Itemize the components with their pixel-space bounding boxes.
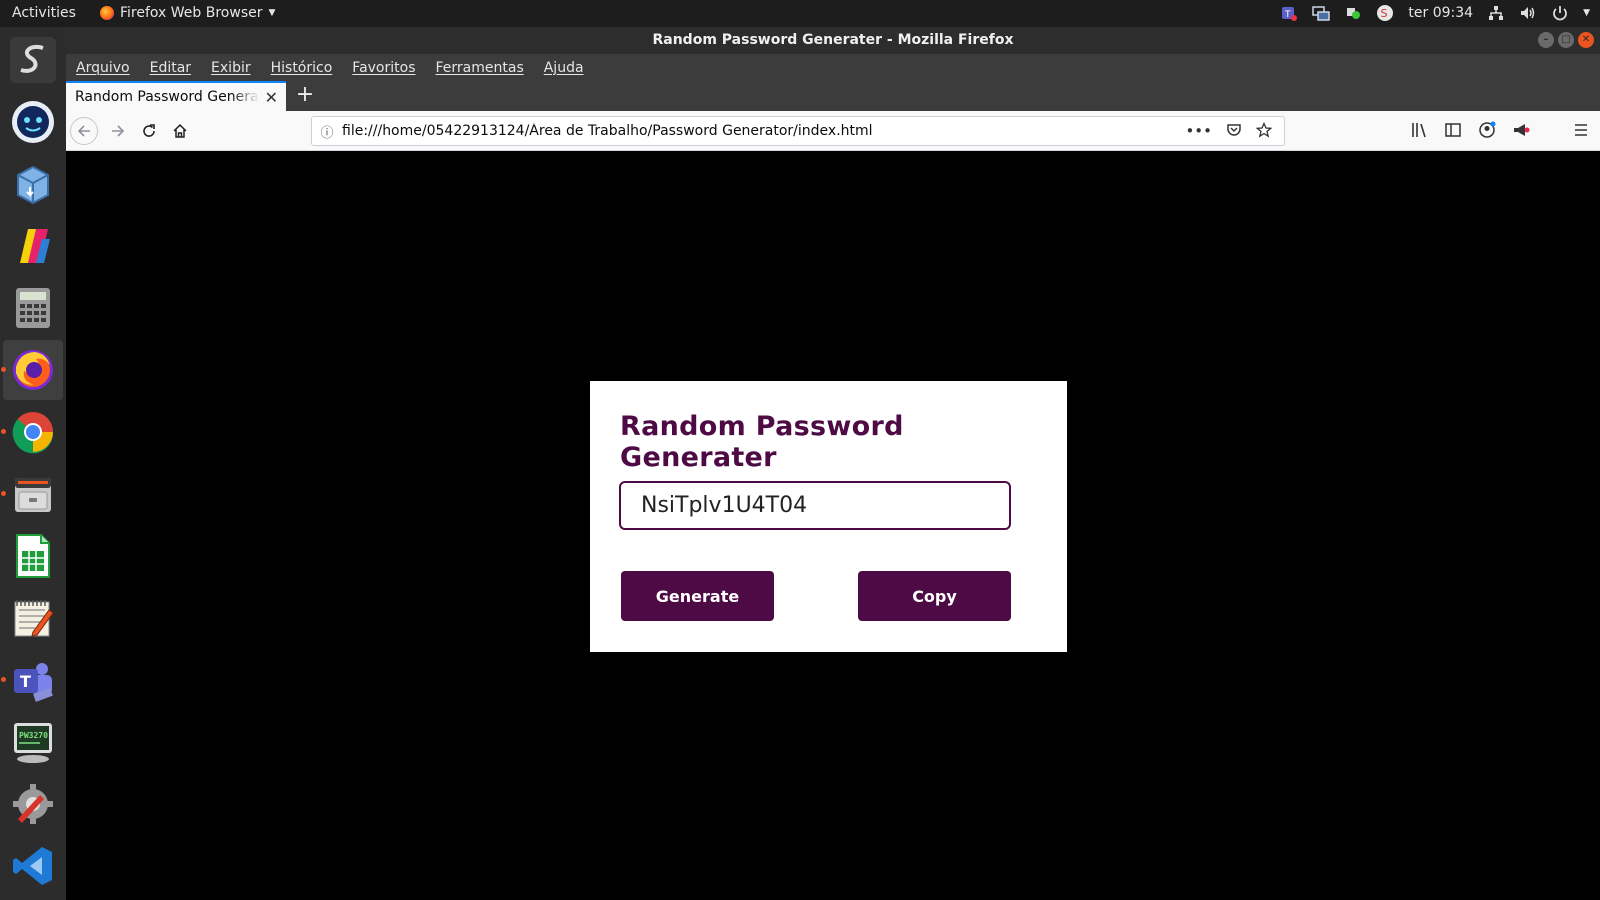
dock: T PW3270 <box>0 27 66 900</box>
tab-title: Random Password Generater <box>75 89 259 105</box>
activities-button[interactable]: Activities <box>12 5 76 21</box>
menu-arquivo[interactable]: Arquivo <box>76 60 130 76</box>
menu-editar[interactable]: Editar <box>150 60 191 76</box>
terminal-icon: PW3270 <box>10 719 56 765</box>
package-icon <box>10 161 56 207</box>
menubar: Arquivo Editar Exibir Histórico Favorito… <box>66 54 1600 81</box>
forward-button[interactable] <box>104 117 132 145</box>
new-tab-button[interactable]: + <box>292 83 318 109</box>
menu-favoritos[interactable]: Favoritos <box>352 60 415 76</box>
megaphone-icon[interactable] <box>1512 121 1530 139</box>
dock-item-teams[interactable]: T <box>1 650 63 710</box>
dock-item-files[interactable] <box>1 464 63 524</box>
file-cabinet-icon <box>10 471 56 517</box>
clock[interactable]: ter 09:34 <box>1408 5 1473 21</box>
chevron-down-icon: ▼ <box>268 8 276 18</box>
info-icon[interactable]: ⓘ <box>312 122 342 141</box>
app-menu-label: Firefox Web Browser <box>120 5 263 21</box>
svg-text:T: T <box>20 672 31 691</box>
dock-item-settings[interactable] <box>3 774 63 834</box>
network-manager-icon[interactable] <box>1312 4 1331 22</box>
dock-item-editor[interactable] <box>3 588 63 648</box>
running-indicator <box>1 677 6 682</box>
menu-ferramentas[interactable]: Ferramentas <box>436 60 524 76</box>
running-indicator <box>1 367 6 372</box>
svg-text:PW3270: PW3270 <box>19 731 48 740</box>
home-button[interactable] <box>166 117 194 145</box>
dock-item-4[interactable] <box>3 216 63 276</box>
assistant-icon <box>10 99 56 145</box>
dock-item-3[interactable] <box>3 154 63 214</box>
navigation-toolbar: ⓘ file:///home/05422913124/Área de Traba… <box>66 111 1600 151</box>
svg-text:S: S <box>1381 7 1388 20</box>
tab-bar: Random Password Generater ✕ + <box>66 81 1600 111</box>
status-icon[interactable] <box>1344 4 1362 22</box>
library-icon[interactable] <box>1410 121 1428 139</box>
home-icon <box>173 123 187 138</box>
dock-item-5[interactable] <box>3 278 63 338</box>
arrow-right-icon <box>112 125 125 137</box>
reload-button[interactable] <box>135 117 163 145</box>
calculator-icon <box>10 285 56 331</box>
chrome-icon <box>10 409 56 455</box>
page-heading: Random Password Generater <box>620 411 904 473</box>
star-icon[interactable] <box>1256 122 1272 138</box>
text-editor-icon <box>10 595 56 641</box>
dock-item-terminal[interactable]: PW3270 <box>3 712 63 772</box>
svg-text:T: T <box>1284 10 1291 20</box>
window-titlebar[interactable]: Random Password Generater - Mozilla Fire… <box>66 27 1600 54</box>
reload-icon <box>143 124 155 137</box>
minimize-button[interactable]: – <box>1538 32 1554 48</box>
teams-icon: T <box>10 657 56 703</box>
back-button[interactable] <box>70 117 98 145</box>
dock-item-1[interactable] <box>3 30 63 90</box>
password-card: Random Password Generater Generate Copy <box>590 381 1067 652</box>
copy-button[interactable]: Copy <box>858 571 1011 621</box>
dock-item-calc[interactable] <box>3 526 63 586</box>
arrow-left-icon <box>77 125 90 137</box>
dock-item-vscode[interactable] <box>3 836 63 896</box>
page-actions-icon[interactable]: ••• <box>1185 122 1212 140</box>
close-button[interactable]: ✕ <box>1578 32 1594 48</box>
spreadsheet-icon <box>10 533 56 579</box>
dock-item-chrome[interactable] <box>1 402 63 462</box>
teams-tray-icon[interactable]: T <box>1280 4 1298 22</box>
chevron-down-icon[interactable]: ▼ <box>1583 8 1590 18</box>
top-panel: Activities Firefox Web Browser ▼ T S ter… <box>0 0 1600 27</box>
system-tray: T S ter 09:34 ▼ <box>1280 4 1590 22</box>
app-menu[interactable]: Firefox Web Browser ▼ <box>100 5 275 21</box>
running-indicator <box>1 429 6 434</box>
dock-item-firefox[interactable] <box>1 340 63 400</box>
close-tab-icon[interactable]: ✕ <box>265 88 278 107</box>
pocket-icon[interactable] <box>1226 122 1242 138</box>
vscode-icon <box>10 843 56 889</box>
menu-ajuda[interactable]: Ajuda <box>544 60 584 76</box>
maximize-button[interactable]: □ <box>1558 32 1574 48</box>
network-icon[interactable] <box>1487 4 1505 22</box>
url-bar[interactable]: ⓘ file:///home/05422913124/Área de Traba… <box>311 116 1285 146</box>
user-avatar-icon[interactable]: S <box>1376 4 1394 22</box>
window-title: Random Password Generater - Mozilla Fire… <box>652 32 1014 48</box>
generate-button[interactable]: Generate <box>621 571 774 621</box>
paint-icon <box>10 223 56 269</box>
volume-icon[interactable] <box>1519 4 1537 22</box>
hamburger-menu-icon[interactable] <box>1572 121 1590 139</box>
menu-historico[interactable]: Histórico <box>271 60 333 76</box>
tab-active[interactable]: Random Password Generater ✕ <box>66 81 286 111</box>
power-icon[interactable] <box>1551 4 1569 22</box>
account-icon[interactable] <box>1478 121 1496 139</box>
running-indicator <box>1 491 6 496</box>
password-field[interactable] <box>619 481 1011 530</box>
dock-item-2[interactable] <box>3 92 63 152</box>
menu-exibir[interactable]: Exibir <box>211 60 251 76</box>
firefox-icon <box>10 347 56 393</box>
settings-icon <box>10 781 56 827</box>
url-text[interactable]: file:///home/05422913124/Área de Trabalh… <box>342 123 1185 139</box>
firefox-icon <box>100 6 114 20</box>
s-logo-icon <box>10 37 56 83</box>
page-content: Random Password Generater Generate Copy <box>66 151 1600 900</box>
sidebar-icon[interactable] <box>1444 121 1462 139</box>
